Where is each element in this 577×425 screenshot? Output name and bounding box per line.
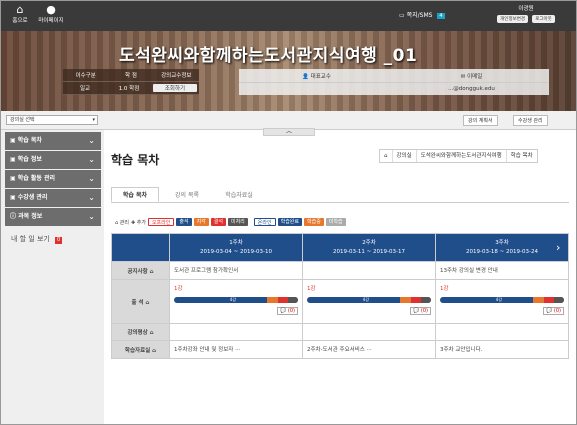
comment-button[interactable]: 💬 (0) — [277, 307, 298, 315]
page-title: 학습 목차 — [111, 153, 160, 167]
app-window: ⌂ 홈으로 ● 마이페이지 ▭ 쪽지/SMS 4 이광원 개인정보변경 로그아웃… — [0, 0, 577, 425]
sidebar-item-students[interactable]: ▣ 수강생 관리 ⌄ — [5, 189, 101, 207]
manage-link[interactable]: ⌂ 관리 — [115, 219, 129, 226]
sidebar-item-info[interactable]: ▣ 학습 정보 ⌄ — [5, 151, 101, 169]
logout-button[interactable]: 로그아웃 — [532, 15, 555, 23]
breadcrumb-item[interactable]: 강의실 — [391, 150, 416, 162]
email-label: ✉ 이메일 — [460, 73, 483, 80]
progress-bar: 4강 — [174, 297, 298, 303]
week-header: 3주차 2019-03-18 ~ 2019-03-24 — [435, 233, 569, 262]
sms-link[interactable]: ▭ 쪽지/SMS 4 — [399, 10, 445, 19]
comment-button[interactable]: 💬 (0) — [543, 307, 564, 315]
student-manage-button[interactable]: 수강생 관리 — [513, 115, 548, 126]
tab-toc[interactable]: 학습 목차 — [111, 187, 159, 202]
row-header-materials: 학습자료실 ⌂ — [111, 340, 170, 359]
row-header-notice: 공지사항 ⌂ — [111, 261, 170, 280]
breadcrumb-home[interactable]: ⌂ — [380, 150, 392, 162]
progress-bar: 4강 — [440, 297, 564, 303]
course-banner: 도석완씨와함께하는도서관지식여행 _01 이수구분 학 점 강의교수정보 일교 … — [1, 31, 576, 111]
chevron-down-icon: ⌄ — [88, 193, 95, 202]
notice-cell[interactable]: 도서관 프로그램 참가확인서 — [169, 261, 303, 280]
home-button[interactable]: ⌂ 홈으로 — [5, 3, 35, 25]
chevron-down-icon: ⌄ — [88, 155, 95, 164]
tab-materials[interactable]: 학습자료실 — [215, 187, 263, 202]
comment-button[interactable]: 💬 (0) — [410, 307, 431, 315]
person-icon: ● — [46, 3, 56, 16]
breadcrumb: ⌂ 강의실 도석완씨와함께하는도서관지식여행 학습 목차 — [379, 149, 538, 163]
sidebar: ▣ 학습 목차 ⌄ ▣ 학습 정보 ⌄ ▣ 학습 활동 관리 ⌄ ▣ 수강생 관리 ⌄ … — [5, 132, 101, 244]
mypage-button[interactable]: ● 마이페이지 — [36, 3, 66, 25]
chevron-down-icon: ⌄ — [88, 174, 95, 183]
home-icon: ⌂ — [16, 3, 24, 16]
lookup-button[interactable]: 조회하기 — [153, 84, 197, 92]
professor-label: 👤 대표교수 — [302, 73, 331, 80]
progress-bar: 4강 — [307, 297, 431, 303]
week-header: 1주차 2019-03-04 ~ 2019-03-10 — [169, 233, 303, 262]
classroom-select[interactable]: 강의실 선택 ▾ — [6, 115, 98, 125]
user-name: 이광원 — [518, 6, 534, 12]
user-panel: 이광원 개인정보변경 로그아웃 — [481, 4, 571, 23]
week-header: 2주차 2019-03-11 ~ 2019-03-17 — [302, 233, 436, 262]
notice-cell[interactable]: 13주차 강의실 변경 안내 — [435, 261, 569, 280]
material-cell[interactable]: 3주차 교안입니다. — [435, 340, 569, 359]
notice-cell[interactable] — [302, 261, 436, 280]
breadcrumb-item: 학습 목차 — [505, 150, 537, 162]
chevron-down-icon: ▾ — [92, 117, 95, 123]
profile-edit-button[interactable]: 개인정보변경 — [497, 15, 529, 23]
sidebar-item-toc[interactable]: ▣ 학습 목차 ⌄ — [5, 132, 101, 150]
sidebar-item-activity[interactable]: ▣ 학습 활동 관리 ⌄ — [5, 170, 101, 188]
sms-count-badge: 4 — [437, 13, 445, 19]
row-header-attendance: 출 석 ⌂ — [111, 279, 170, 324]
breadcrumb-item[interactable]: 도석완씨와함께하는도서관지식여행 — [415, 150, 506, 162]
course-info-box: 이수구분 학 점 강의교수정보 일교 1.0 학점 조회하기 — [63, 69, 199, 95]
chevron-down-icon: ⌄ — [88, 212, 95, 221]
row-header-quiz: 강의평상 ⌂ — [111, 323, 170, 341]
my-todo-link[interactable]: 내 할 일 보기 0 — [5, 234, 101, 244]
material-cell[interactable]: 1주차강좌 안내 및 정보자 ··· — [169, 340, 303, 359]
next-week-arrow-icon[interactable]: › — [556, 241, 560, 254]
week-schedule-table: 1주차 2019-03-04 ~ 2019-03-10 2주차 2019-03-11… — [111, 233, 569, 359]
attendance-cell[interactable]: 1강 4강 💬 (0) — [435, 279, 569, 324]
professor-email: ...@dongguk.edu — [448, 86, 495, 92]
professor-box: 👤 대표교수 ✉ 이메일 ...@dongguk.edu — [239, 69, 549, 95]
syllabus-button[interactable]: 강의 계획서 — [463, 115, 498, 126]
todo-count-badge: 0 — [55, 237, 63, 244]
tab-lectures[interactable]: 강의 목록 — [163, 187, 211, 202]
status-legend: ⌂ 관리 ✚ 추가 오프라인 출석 지각 결석 미처리 온라인 학습완료 학습중… — [115, 218, 346, 226]
content-tabs: 학습 목차 강의 목록 학습자료실 — [111, 187, 569, 203]
top-bar: ⌂ 홈으로 ● 마이페이지 ▭ 쪽지/SMS 4 이광원 개인정보변경 로그아웃 — [1, 1, 576, 31]
message-icon: ▭ — [399, 12, 405, 19]
collapse-banner-button[interactable]: ︿ — [263, 128, 315, 136]
add-link[interactable]: ✚ 추가 — [131, 219, 146, 226]
attendance-cell[interactable]: 1강 4강 💬 (0) — [302, 279, 436, 324]
material-cell[interactable]: 2주차-도서관 주요서비스 ··· — [302, 340, 436, 359]
chevron-down-icon: ⌄ — [88, 136, 95, 145]
sidebar-item-course-info[interactable]: ⓘ 과목 정보 ⌄ — [5, 208, 101, 226]
attendance-cell[interactable]: 1강 4강 💬 (0) — [169, 279, 303, 324]
course-title: 도석완씨와함께하는도서관지식여행 _01 — [119, 46, 418, 66]
